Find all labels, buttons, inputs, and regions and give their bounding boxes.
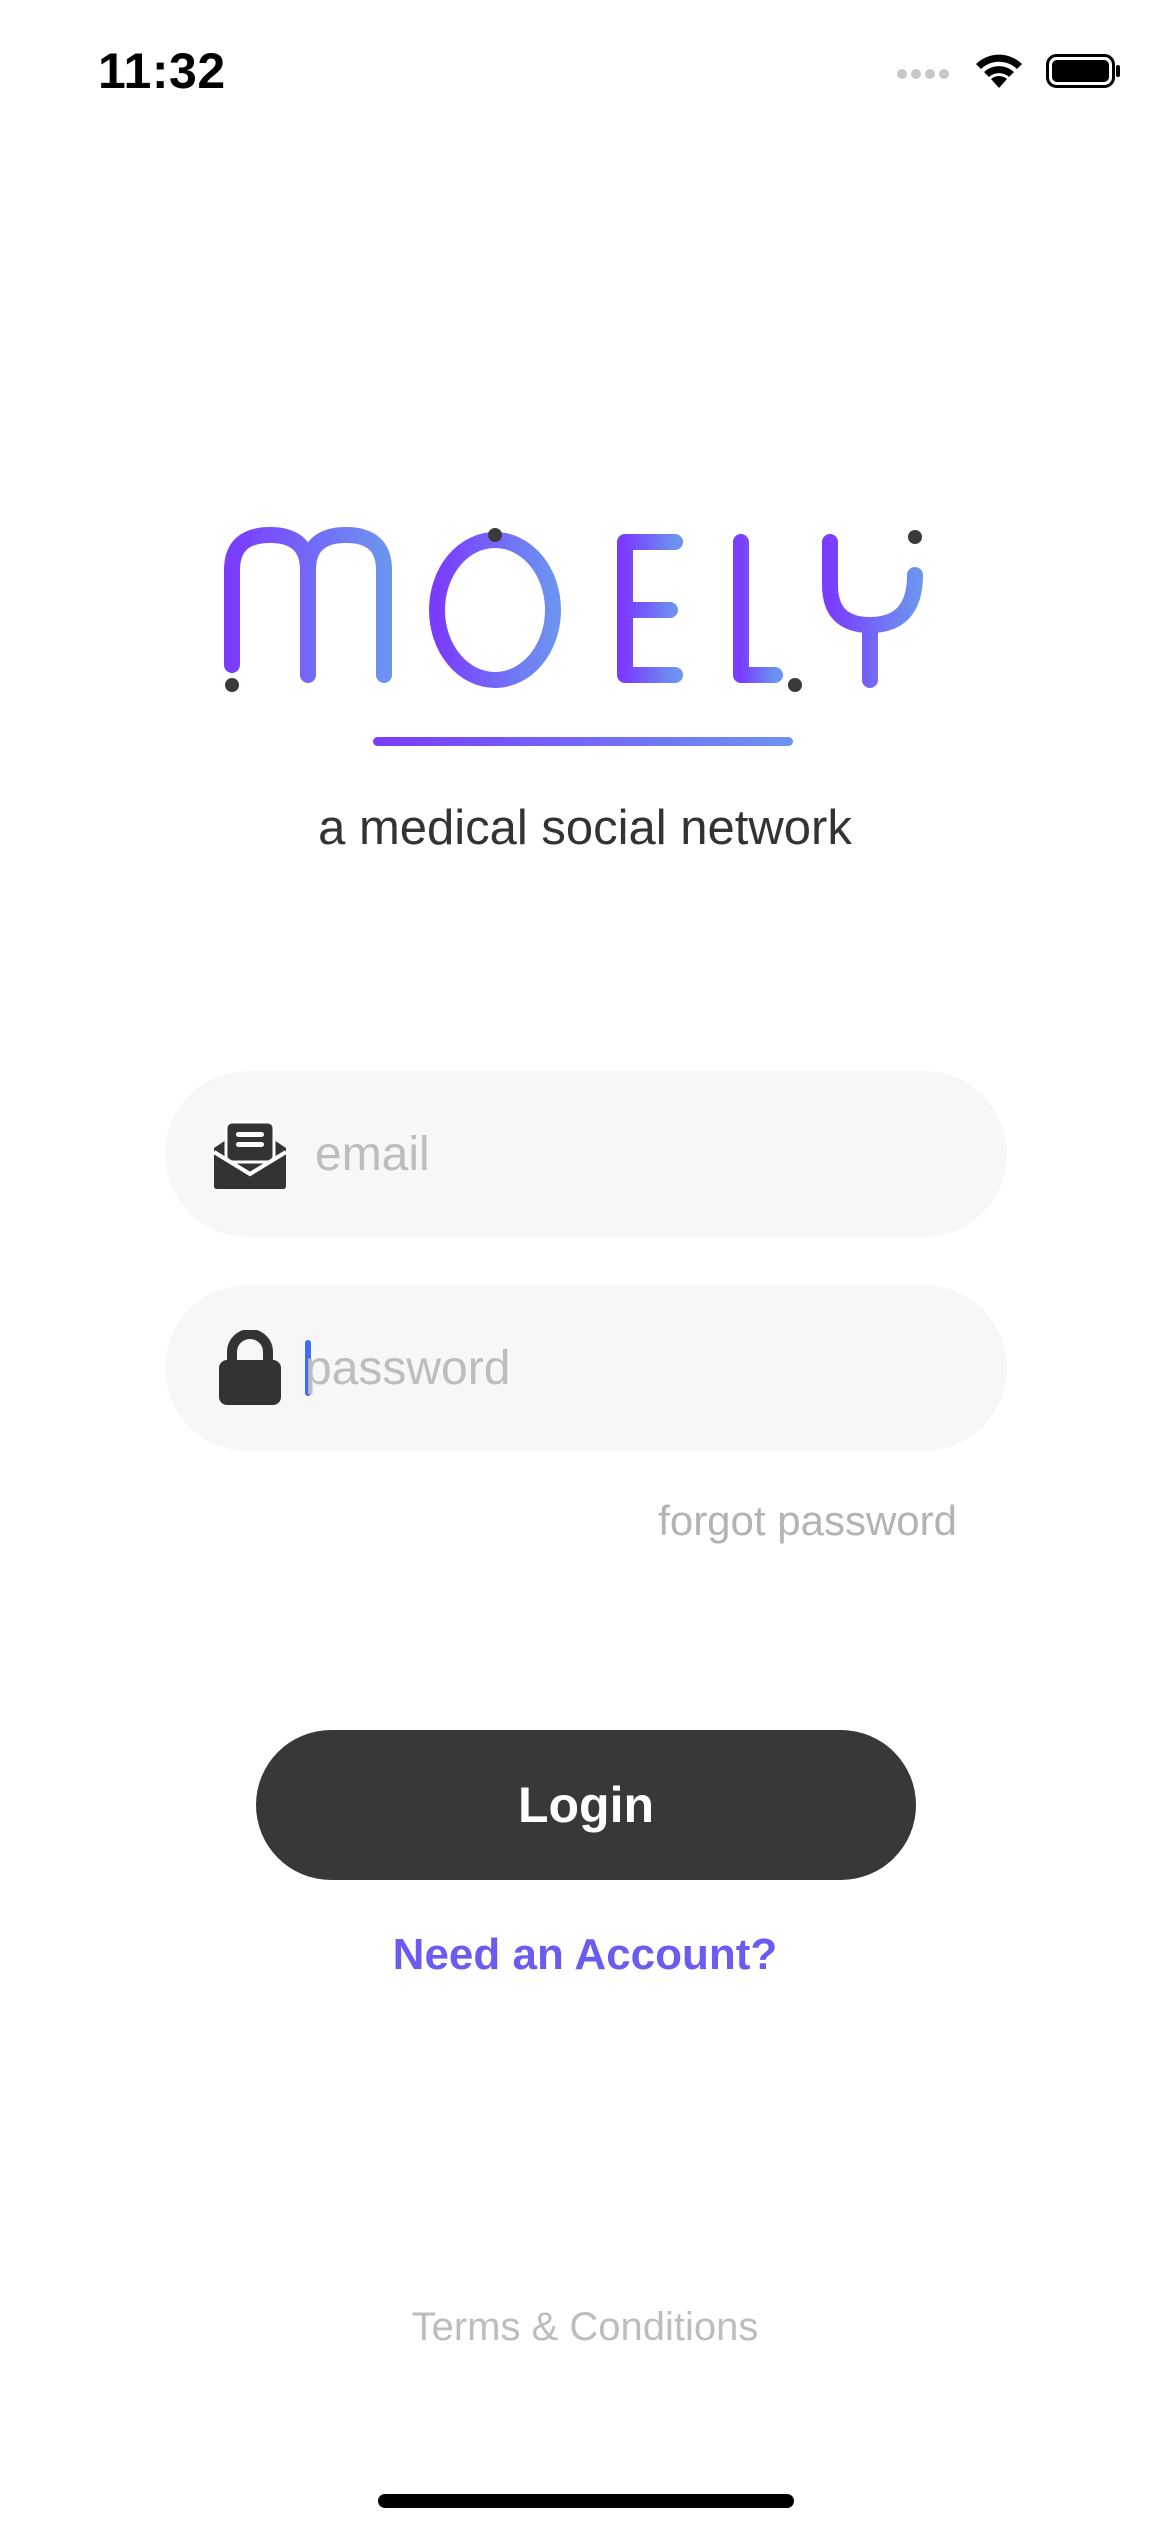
status-bar: 11:32 bbox=[0, 0, 1170, 150]
wifi-icon bbox=[974, 52, 1024, 95]
lock-icon bbox=[210, 1328, 290, 1408]
tagline: a medical social network bbox=[318, 801, 852, 855]
home-indicator[interactable] bbox=[378, 2494, 794, 2508]
password-input[interactable] bbox=[305, 1328, 925, 1408]
brand-logo bbox=[215, 525, 955, 765]
status-time: 11:32 bbox=[98, 43, 226, 99]
forgot-password-link[interactable]: forgot password bbox=[658, 1497, 957, 1545]
terms-link[interactable]: Terms & Conditions bbox=[0, 2305, 1170, 2350]
email-input[interactable] bbox=[315, 1114, 935, 1194]
login-button[interactable]: Login bbox=[256, 1730, 916, 1880]
need-account-link[interactable]: Need an Account? bbox=[0, 1930, 1170, 1980]
email-field[interactable] bbox=[165, 1071, 1007, 1237]
battery-icon bbox=[1046, 52, 1122, 95]
status-icons bbox=[896, 52, 1122, 95]
signal-icon bbox=[896, 61, 952, 86]
password-field[interactable] bbox=[165, 1285, 1007, 1451]
envelope-open-icon bbox=[210, 1114, 290, 1194]
